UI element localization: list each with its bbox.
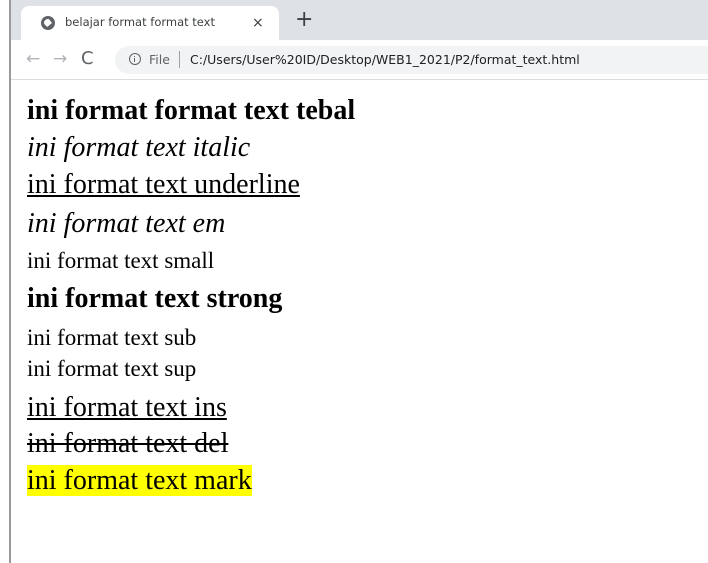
back-button[interactable]: ←	[26, 48, 40, 70]
text-ins: ini format text ins	[27, 392, 227, 423]
close-tab-icon[interactable]: ×	[252, 14, 264, 32]
text-em: ini format text em	[27, 208, 226, 239]
reload-button[interactable]: C	[81, 48, 94, 70]
scheme-label: File	[149, 52, 170, 67]
text-strong: ini format text strong	[27, 283, 283, 314]
tab-title: belajar format format text	[65, 15, 215, 29]
text-mark-line: ini format text mark	[27, 463, 355, 499]
text-bold: ini format format text tebal	[27, 95, 356, 126]
url-text[interactable]: C:/Users/User%20ID/Desktop/WEB1_2021/P2/…	[190, 52, 580, 67]
address-divider	[179, 51, 180, 68]
tab-active[interactable]: belajar format format text ×	[21, 6, 279, 40]
new-tab-button[interactable]: +	[295, 8, 313, 32]
text-sub: ini format text sub	[27, 325, 197, 350]
text-italic: ini format text italic	[27, 132, 251, 163]
globe-icon	[41, 16, 55, 30]
text-sup: ini format text sup	[27, 356, 197, 381]
page-content: ini format format text tebal ini format …	[27, 92, 355, 499]
text-del: ini format text del	[27, 428, 229, 459]
address-bar[interactable]: File C:/Users/User%20ID/Desktop/WEB1_202…	[115, 46, 708, 74]
text-underline: ini format text underline	[27, 169, 300, 200]
text-small: ini format text small	[27, 248, 215, 273]
forward-button[interactable]: →	[53, 48, 67, 70]
info-icon[interactable]	[129, 53, 141, 65]
browser-toolbar: ← → C File C:/Users/User%20ID/Desktop/WE…	[11, 40, 708, 80]
text-mark: ini format text mark	[27, 465, 252, 496]
tab-strip: belajar format format text × +	[11, 0, 708, 40]
browser-window: belajar format format text × + ← → C Fil…	[9, 0, 708, 563]
